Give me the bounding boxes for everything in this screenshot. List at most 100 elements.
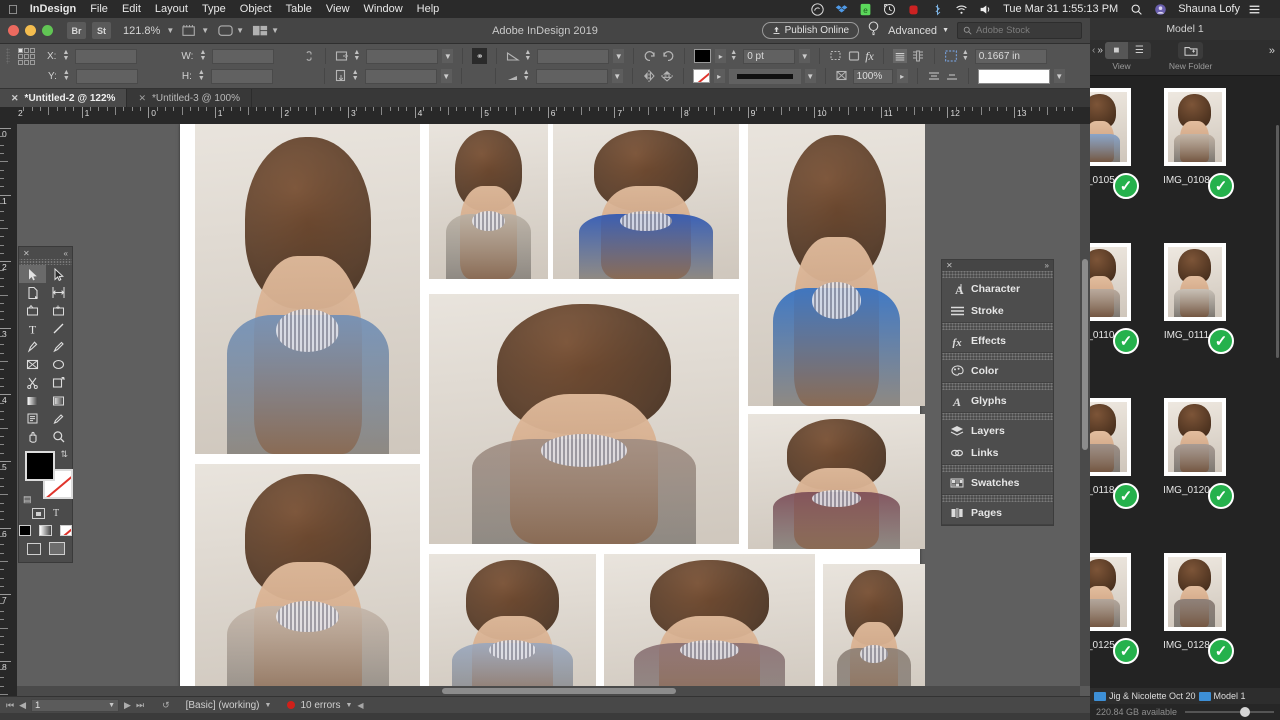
x-field[interactable] — [75, 48, 138, 64]
menu-item-table[interactable]: Table — [286, 3, 312, 15]
collapse-icon[interactable]: « — [64, 249, 68, 258]
breadcrumb-item-1[interactable]: Model 1 — [1214, 691, 1246, 701]
document-page[interactable] — [180, 124, 925, 686]
chain-link-icon[interactable] — [302, 49, 316, 63]
ruler-origin[interactable] — [0, 107, 17, 124]
chevron-down-icon[interactable]: ▼ — [804, 69, 816, 83]
photo-blue-kimono-necklace[interactable] — [429, 554, 596, 686]
hand-tool[interactable] — [19, 427, 46, 445]
horizontal-scrollbar[interactable] — [17, 686, 1080, 696]
type-tool[interactable]: T — [19, 319, 46, 337]
file-item[interactable]: ✓ IMG_0120.jpg — [1147, 386, 1242, 541]
gradient-swatch-tool[interactable] — [19, 391, 46, 409]
chevron-down-icon[interactable]: ▼ — [271, 26, 279, 35]
stroke-weight-field[interactable]: 0 pt — [743, 48, 796, 64]
stock-button[interactable]: St — [92, 22, 111, 39]
gradient-feather-tool[interactable] — [46, 391, 73, 409]
menu-item-object[interactable]: Object — [240, 3, 272, 15]
panel-group-grip[interactable] — [942, 353, 1053, 360]
rotate-clockwise-icon[interactable] — [643, 49, 657, 63]
forward-icon[interactable]: » — [1097, 45, 1103, 56]
fit-content-proportionally-icon[interactable] — [835, 69, 849, 83]
zoom-level-value[interactable]: 121.8% — [123, 25, 160, 37]
timemachine-icon[interactable] — [883, 3, 896, 16]
swap-fill-stroke-icon[interactable]: ⇅ — [60, 449, 68, 460]
search-icon[interactable] — [1130, 3, 1143, 16]
list-icon[interactable] — [1248, 3, 1261, 16]
creative-cloud-icon[interactable] — [811, 2, 824, 16]
panel-item-pages[interactable]: Pages — [942, 502, 1053, 524]
stroke-swatch-menu[interactable]: ▸ — [713, 69, 725, 83]
fit-frame-icon[interactable] — [847, 49, 861, 63]
menu-item-layout[interactable]: Layout — [155, 3, 188, 15]
menu-item-file[interactable]: File — [90, 3, 108, 15]
photo-burgundy-top-necklace[interactable] — [748, 414, 925, 549]
vertical-scrollbar[interactable] — [1080, 124, 1090, 686]
close-icon[interactable]: ✕ — [11, 93, 19, 104]
menu-item-view[interactable]: View — [326, 3, 350, 15]
panel-item-stroke[interactable]: Stroke — [942, 300, 1053, 322]
panel-group-grip[interactable] — [942, 323, 1053, 330]
w-field[interactable] — [212, 48, 275, 64]
close-icon[interactable]: ✕ — [23, 249, 30, 258]
vertical-ruler[interactable]: 0 1 2 3 4 5 6 7 8 — [0, 124, 17, 696]
text-wrap-none-icon[interactable] — [892, 49, 907, 63]
pasteboard[interactable] — [17, 124, 1080, 686]
file-item[interactable]: ✓IMG_0110.jpg — [1090, 231, 1147, 386]
scissors-tool[interactable] — [19, 373, 46, 391]
menu-item-window[interactable]: Window — [364, 3, 403, 15]
direct-selection-tool[interactable] — [46, 265, 73, 283]
chevron-down-icon[interactable]: ▼ — [611, 69, 623, 83]
chevron-down-icon[interactable]: ▼ — [1053, 69, 1065, 83]
reference-point-selector[interactable] — [18, 47, 35, 65]
rotation-stepper[interactable]: ▲ ▼ — [524, 49, 531, 62]
horizontal-ruler[interactable]: 2 1 0 1 2 3 4 5 6 7 8 9 10 11 12 13 — [0, 107, 1090, 124]
h-field[interactable] — [210, 68, 273, 84]
file-item[interactable]: ✓ IMG_0111.jpg — [1147, 231, 1242, 386]
file-item[interactable]: ✓IMG_0105.jpg — [1090, 76, 1147, 231]
close-icon[interactable]: ✕ — [138, 93, 146, 104]
panel-group-grip[interactable] — [942, 413, 1053, 420]
content-placer-tool[interactable] — [46, 301, 73, 319]
panel-item-effects[interactable]: fx Effects — [942, 330, 1053, 352]
stroke-style-preview[interactable] — [728, 68, 801, 84]
minimize-window-button[interactable] — [25, 25, 36, 36]
scale-y-stepper[interactable]: ▲ ▼ — [352, 69, 359, 82]
zoom-tool[interactable] — [46, 427, 73, 445]
menu-item-edit[interactable]: Edit — [122, 3, 141, 15]
record-icon[interactable] — [907, 3, 920, 16]
apple-icon[interactable]:  — [8, 3, 18, 16]
workspace-switcher[interactable]: Advanced ▼ — [888, 25, 949, 37]
prev-page-icon[interactable]: ◀ — [19, 700, 26, 711]
frame-formatting-icon[interactable] — [31, 508, 45, 519]
apply-none-icon[interactable] — [59, 525, 72, 536]
opacity-menu[interactable]: ▸ — [896, 69, 908, 83]
shear-field[interactable] — [535, 68, 608, 84]
list-view-icon[interactable]: ☰ — [1128, 42, 1151, 59]
photo-black-necklace-closeup[interactable] — [604, 554, 815, 686]
menubar-user-name[interactable]: Shauna Lofy — [1178, 3, 1240, 15]
gap-tool[interactable] — [46, 283, 73, 301]
page-tool[interactable] — [19, 283, 46, 301]
photo-full-outfit-standing[interactable] — [823, 564, 925, 686]
lightbulb-icon[interactable] — [867, 20, 880, 41]
chevron-down-icon[interactable]: ▼ — [442, 49, 454, 63]
panel-item-color[interactable]: Color — [942, 360, 1053, 382]
fill-swatch[interactable] — [694, 49, 712, 63]
photo-white-top-statement-necklace[interactable] — [195, 464, 420, 686]
panel-item-swatches[interactable]: Swatches — [942, 472, 1053, 494]
apply-color-icon[interactable] — [19, 525, 32, 536]
distribute-object-icon[interactable] — [945, 69, 959, 83]
preflight-icon[interactable]: ↺ — [162, 700, 170, 711]
scale-x-field[interactable] — [366, 48, 439, 64]
document-tab-untitled-3[interactable]: ✕ *Untitled-3 @ 100% — [127, 89, 252, 107]
frame-view-icon[interactable] — [217, 24, 234, 38]
selection-tool[interactable] — [19, 265, 46, 283]
evernote-icon[interactable]: e — [859, 3, 872, 16]
finder-file-grid[interactable]: ✓IMG_0105.jpg✓IMG_0108.jpg✓IMG_0110.jpg✓… — [1090, 76, 1280, 688]
bluetooth-icon[interactable] — [931, 3, 944, 16]
constrain-proportions-button[interactable]: ⚭ — [472, 48, 488, 64]
panel-grip[interactable] — [6, 48, 10, 64]
photo-crochet-top[interactable] — [429, 124, 548, 279]
page-number-field[interactable]: 1 ▼ — [31, 698, 120, 712]
